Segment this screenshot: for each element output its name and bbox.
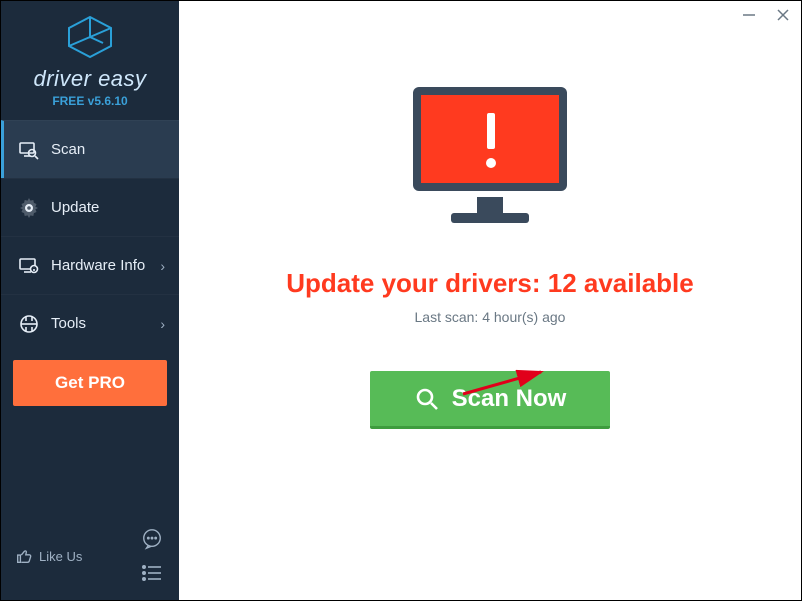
sidebar-item-scan[interactable]: Scan — [1, 120, 179, 178]
gear-icon — [17, 198, 41, 218]
menu-button[interactable] — [139, 560, 165, 586]
main-pane: Update your drivers: 12 available Last s… — [179, 1, 801, 600]
thumbs-up-icon — [15, 547, 33, 565]
close-icon — [776, 8, 790, 22]
chat-icon — [141, 528, 163, 550]
chevron-right-icon: › — [160, 316, 165, 332]
sidebar-item-label: Hardware Info — [51, 257, 145, 274]
close-button[interactable] — [773, 5, 793, 25]
update-headline: Update your drivers: 12 available — [286, 268, 694, 299]
scan-now-button[interactable]: Scan Now — [370, 371, 611, 429]
monitor-info-icon — [17, 256, 41, 276]
brand-version: FREE v5.6.10 — [1, 94, 179, 108]
sidebar-item-label: Scan — [51, 141, 85, 158]
sidebar-item-tools[interactable]: Tools › — [1, 294, 179, 352]
sidebar-item-label: Update — [51, 199, 99, 216]
chevron-right-icon: › — [160, 258, 165, 274]
sidebar-item-update[interactable]: Update — [1, 178, 179, 236]
brand-name: driver easy — [1, 66, 179, 92]
sidebar-item-hardware-info[interactable]: Hardware Info › — [1, 236, 179, 294]
tools-icon — [17, 314, 41, 334]
last-scan-text: Last scan: 4 hour(s) ago — [415, 309, 566, 325]
scan-icon — [17, 140, 41, 160]
monitor-alert-icon — [395, 79, 585, 239]
sidebar-nav: Scan Update — [1, 120, 179, 352]
like-us-button[interactable]: Like Us — [15, 547, 82, 565]
sidebar-spacer — [1, 406, 179, 516]
sidebar-item-label: Tools — [51, 315, 86, 332]
search-icon — [414, 386, 440, 412]
window-controls — [739, 5, 793, 25]
sidebar-utility-icons — [139, 526, 165, 586]
list-icon — [141, 564, 163, 582]
alert-monitor-illustration — [395, 79, 585, 244]
sidebar-bottom: Like Us — [1, 516, 179, 600]
like-us-label: Like Us — [39, 549, 82, 564]
sidebar: driver easy FREE v5.6.10 Scan — [1, 1, 179, 600]
get-pro-button[interactable]: Get PRO — [13, 360, 167, 406]
app-window: driver easy FREE v5.6.10 Scan — [1, 1, 801, 600]
scan-now-label: Scan Now — [452, 385, 567, 413]
feedback-button[interactable] — [139, 526, 165, 552]
logo-area: driver easy FREE v5.6.10 — [1, 1, 179, 120]
minimize-button[interactable] — [739, 5, 759, 25]
minimize-icon — [742, 8, 756, 22]
get-pro-label: Get PRO — [55, 373, 125, 393]
logo-icon — [1, 15, 179, 64]
